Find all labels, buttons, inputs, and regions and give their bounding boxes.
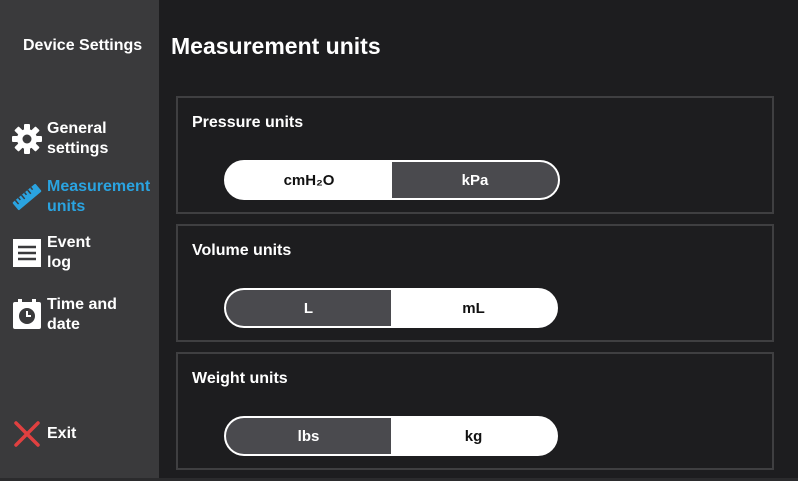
gear-icon	[11, 123, 43, 155]
sidebar-item-event-log[interactable]: Event log	[11, 233, 157, 273]
sidebar: Device Settings General settings Measure…	[0, 0, 159, 481]
volume-option-l[interactable]: L	[226, 290, 391, 326]
sidebar-item-time-and-date[interactable]: Time and date	[11, 295, 157, 335]
exit-label: Exit	[47, 425, 77, 442]
sidebar-item-label: Time and date	[47, 296, 117, 333]
sidebar-item-label: Event log	[47, 234, 91, 271]
ruler-icon	[11, 181, 43, 213]
sidebar-item-label: General settings	[47, 120, 109, 157]
sidebar-item-measurement-units[interactable]: Measurement units	[11, 177, 157, 217]
main-panel: Measurement units Pressure units cmH₂O k…	[159, 0, 798, 481]
pressure-option-kpa[interactable]: kPa	[392, 162, 558, 198]
close-icon	[11, 418, 43, 450]
exit-button[interactable]: Exit	[11, 418, 157, 450]
sidebar-item-general-settings[interactable]: General settings	[11, 119, 157, 159]
weight-units-toggle: lbs kg	[224, 416, 558, 456]
sidebar-item-label: Measurement units	[47, 178, 151, 215]
sidebar-title: Device Settings	[23, 37, 143, 54]
section-label: Weight units	[192, 370, 288, 387]
volume-units-toggle: L mL	[224, 288, 558, 328]
clock-icon	[11, 299, 43, 331]
pressure-units-toggle: cmH₂O kPa	[224, 160, 560, 200]
volume-option-ml[interactable]: mL	[391, 290, 556, 326]
weight-units-section: Weight units lbs kg	[176, 352, 774, 470]
weight-option-lbs[interactable]: lbs	[226, 418, 391, 454]
pressure-option-cmh2o[interactable]: cmH₂O	[226, 162, 392, 198]
weight-option-kg[interactable]: kg	[391, 418, 556, 454]
page-title: Measurement units	[171, 33, 381, 59]
list-icon	[11, 237, 43, 269]
section-label: Volume units	[192, 242, 292, 259]
volume-units-section: Volume units L mL	[176, 224, 774, 342]
section-label: Pressure units	[192, 114, 304, 131]
pressure-units-section: Pressure units cmH₂O kPa	[176, 96, 774, 214]
